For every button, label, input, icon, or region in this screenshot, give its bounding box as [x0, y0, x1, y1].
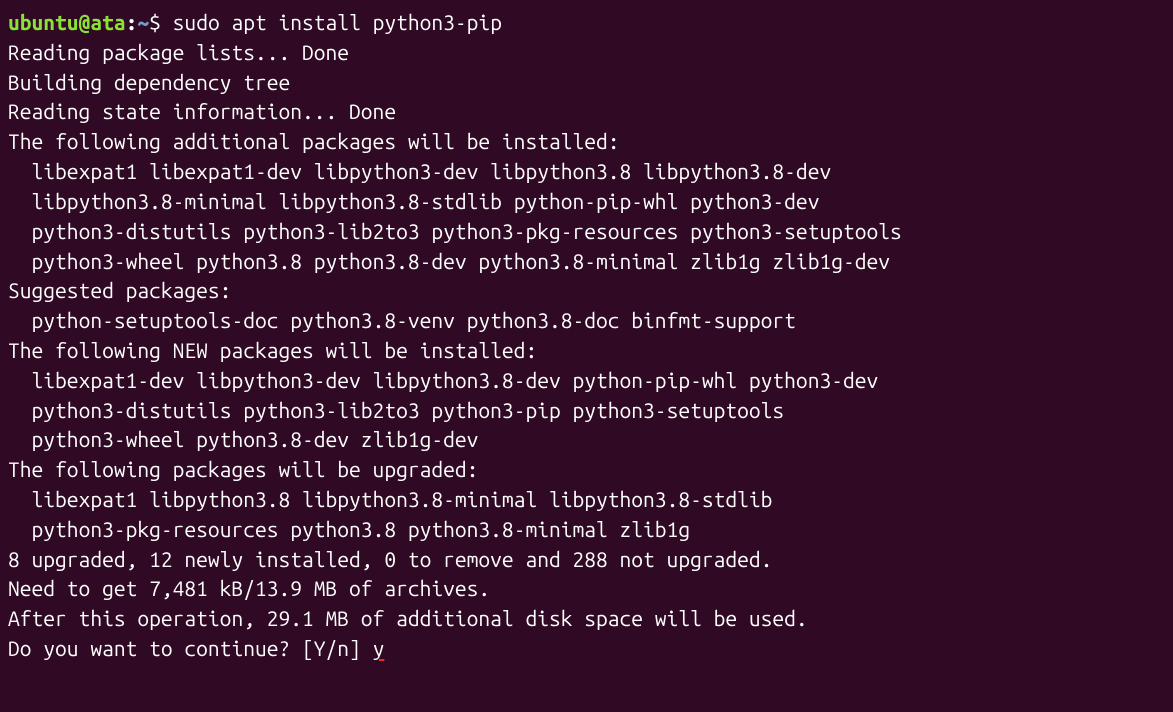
output-line: python-setuptools-doc python3.8-venv pyt… [8, 308, 796, 332]
output-line: python3-distutils python3-lib2to3 python… [8, 398, 784, 422]
terminal-output[interactable]: ubuntu@ata:~$ sudo apt install python3-p… [8, 8, 1165, 664]
output-line: Need to get 7,481 kB/13.9 MB of archives… [8, 576, 490, 600]
prompt-dollar: $ [149, 10, 173, 34]
output-line: The following additional packages will b… [8, 129, 620, 153]
user-input-response[interactable]: y [373, 636, 385, 660]
output-line: python3-wheel python3.8 python3.8-dev py… [8, 249, 890, 273]
output-line: libpython3.8-minimal libpython3.8-stdlib… [8, 189, 819, 213]
output-line: python3-pkg-resources python3.8 python3.… [8, 517, 690, 541]
output-line: libexpat1-dev libpython3-dev libpython3.… [8, 368, 878, 392]
prompt-path: ~ [137, 10, 149, 34]
output-line: python3-distutils python3-lib2to3 python… [8, 219, 902, 243]
prompt-separator: : [126, 10, 138, 34]
command-text: sudo apt install python3-pip [173, 10, 502, 34]
output-line: Building dependency tree [8, 70, 290, 94]
output-line: Suggested packages: [8, 278, 231, 302]
output-line: Reading state information... Done [8, 99, 396, 123]
output-line: libexpat1 libexpat1-dev libpython3-dev l… [8, 159, 831, 183]
output-line: After this operation, 29.1 MB of additio… [8, 606, 808, 630]
output-line: Reading package lists... Done [8, 40, 349, 64]
output-line: The following NEW packages will be insta… [8, 338, 537, 362]
output-line: python3-wheel python3.8-dev zlib1g-dev [8, 427, 478, 451]
continue-prompt: Do you want to continue? [Y/n] [8, 636, 373, 660]
prompt-user: ubuntu@ata [8, 10, 126, 34]
output-line: The following packages will be upgraded: [8, 457, 478, 481]
output-line: libexpat1 libpython3.8 libpython3.8-mini… [8, 487, 772, 511]
output-line: 8 upgraded, 12 newly installed, 0 to rem… [8, 547, 772, 571]
